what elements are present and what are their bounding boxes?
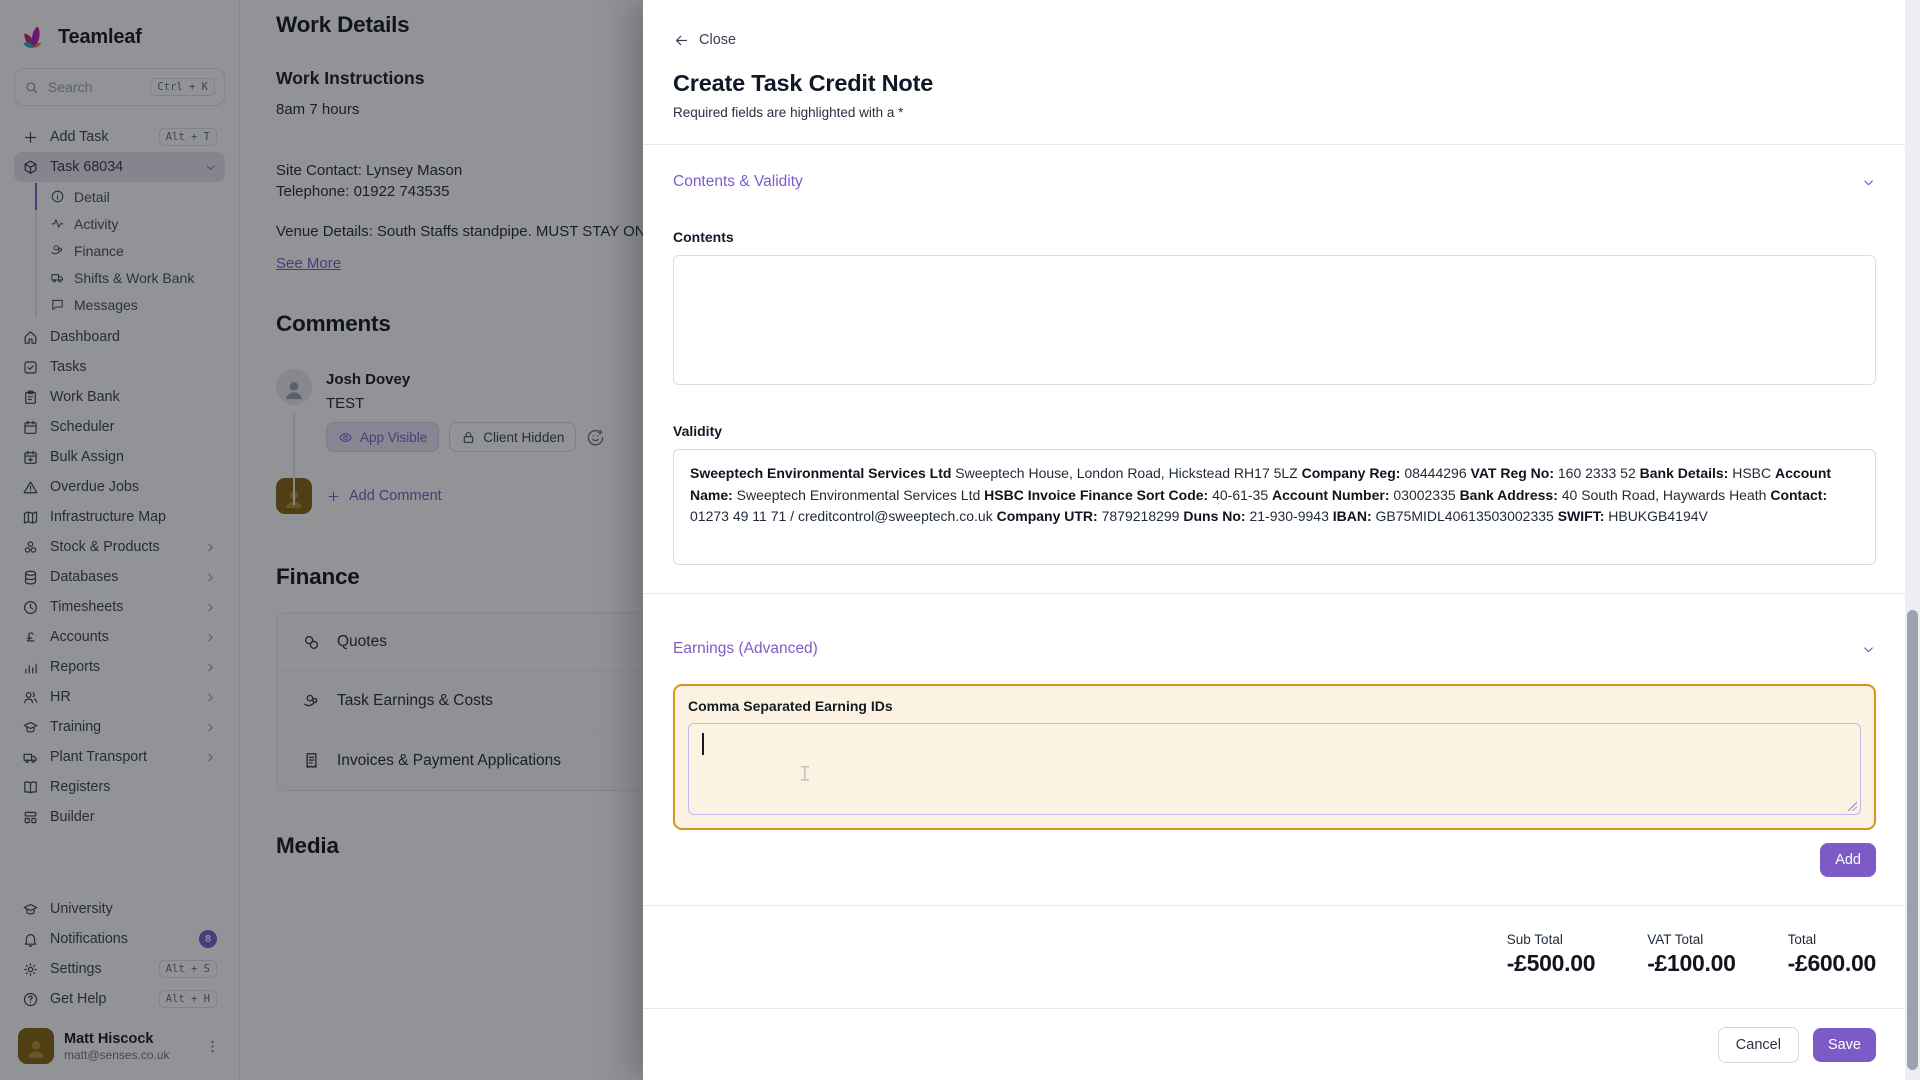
- cancel-button[interactable]: Cancel: [1718, 1027, 1799, 1063]
- contents-validity-section-toggle[interactable]: Contents & Validity: [673, 173, 1876, 191]
- sub-total: Sub Total-£500.00: [1507, 932, 1595, 977]
- create-task-credit-note-modal: Close Create Task Credit Note Required f…: [643, 0, 1920, 1080]
- chevron-down-icon: [1861, 642, 1876, 657]
- validity-textarea[interactable]: Sweeptech Environmental Services Ltd Swe…: [673, 449, 1876, 565]
- validity-label: Validity: [673, 423, 1876, 439]
- save-button[interactable]: Save: [1813, 1028, 1876, 1062]
- contents-label: Contents: [673, 229, 1876, 245]
- contents-textarea[interactable]: [673, 255, 1876, 385]
- earnings-section: Earnings (Advanced) Comma Separated Earn…: [643, 594, 1920, 906]
- resize-handle[interactable]: [1847, 801, 1857, 811]
- contents-validity-section: Contents & Validity Contents Validity Sw…: [643, 145, 1920, 594]
- close-button[interactable]: Close: [673, 30, 736, 50]
- chevron-down-icon: [1861, 175, 1876, 190]
- earning-ids-field-group: Comma Separated Earning IDs: [673, 684, 1876, 830]
- ibeam-cursor: [801, 766, 809, 781]
- vat-total: VAT Total-£100.00: [1647, 932, 1735, 977]
- modal-title: Create Task Credit Note: [673, 68, 1876, 98]
- modal-footer: Cancel Save: [643, 1008, 1920, 1080]
- scrollbar-thumb[interactable]: [1907, 610, 1918, 1070]
- text-caret: [702, 733, 704, 755]
- earning-ids-textarea[interactable]: [688, 723, 1861, 815]
- modal-subtitle: Required fields are highlighted with a *: [673, 105, 1876, 120]
- add-button[interactable]: Add: [1820, 843, 1876, 877]
- scrollbar-track[interactable]: [1905, 0, 1920, 1080]
- earning-ids-label: Comma Separated Earning IDs: [688, 698, 1861, 714]
- totals-summary: Sub Total-£500.00 VAT Total-£100.00 Total-…: [643, 906, 1920, 977]
- arrow-left-icon: [673, 32, 690, 49]
- total: Total-£600.00: [1788, 932, 1876, 977]
- earnings-section-toggle[interactable]: Earnings (Advanced): [673, 640, 1876, 658]
